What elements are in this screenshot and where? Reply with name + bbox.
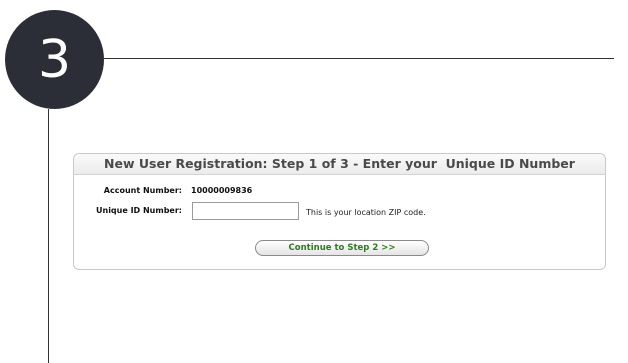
account-number-row: Account Number: 10000009836: [74, 185, 605, 205]
unique-id-hint: This is your location ZIP code.: [306, 208, 426, 217]
continue-to-step-2-button[interactable]: Continue to Step 2 >>: [255, 240, 429, 256]
registration-panel: New User Registration: Step 1 of 3 - Ent…: [73, 153, 606, 270]
account-number-label: Account Number:: [103, 186, 182, 195]
page-canvas: 3 New User Registration: Step 1 of 3 - E…: [0, 0, 628, 363]
unique-id-input[interactable]: [192, 202, 299, 220]
account-number-value: 10000009836: [191, 186, 253, 195]
top-divider-line: [104, 58, 614, 59]
step-number-badge: 3: [5, 10, 104, 109]
registration-title: New User Registration: Step 1 of 3 - Ent…: [74, 154, 605, 175]
unique-id-label: Unique ID Number:: [96, 206, 182, 215]
left-divider-line: [48, 109, 49, 363]
